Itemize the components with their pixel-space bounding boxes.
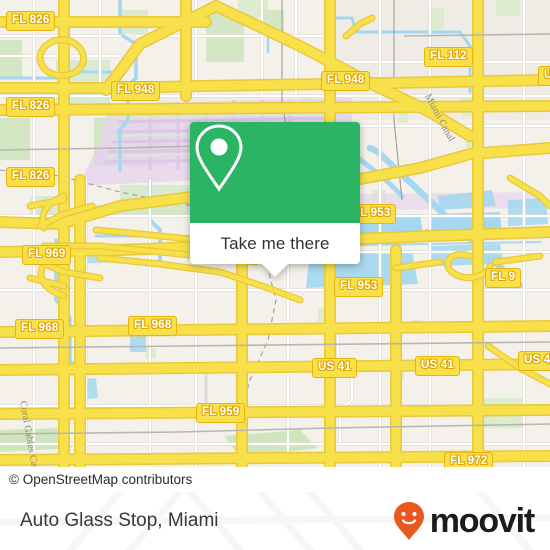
map-attribution-bar: © OpenStreetMap contributors [0,467,550,492]
road-shield: FL 826 [6,167,56,187]
road-shield: US 41 [312,358,357,378]
map-pin-icon [195,124,243,192]
location-popup-card[interactable]: Take me there [190,122,360,277]
place-title: Auto Glass Stop, Miami [20,510,219,531]
map-canvas[interactable]: .mj{stroke:#f7e04a;stroke-linecap:round;… [0,0,550,492]
page-footer: Auto Glass Stop, Miami moovit [0,492,550,550]
moovit-wordmark: moovit [429,502,535,540]
road-shield: FL 969 [22,245,72,265]
moovit-smiley-pin-icon [393,502,424,540]
road-shield: FL 826 [6,11,56,31]
moovit-brand[interactable]: moovit [392,500,535,542]
osm-attribution-text: © OpenStreetMap contributors [9,472,193,487]
popup-footer[interactable]: Take me there [190,223,360,277]
road-shield: FL 112 [424,47,473,67]
popup-header [190,122,360,223]
take-me-there-label: Take me there [220,233,330,253]
road-shield: FL 826 [6,97,56,117]
road-shield: FL 948 [111,81,161,101]
road-shield: FL 948 [321,71,371,91]
road-shield: U [538,66,550,86]
road-shield: FL 968 [15,319,65,339]
road-shield: US 41 [518,351,550,371]
road-shield: FL 959 [196,403,246,423]
road-shield: US 41 [415,356,460,376]
road-shield: FL 9 [485,268,522,288]
popup-tail-pointer [262,264,288,277]
moovit-map-screenshot: .mj{stroke:#f7e04a;stroke-linecap:round;… [0,0,550,550]
road-shield: FL 968 [128,316,178,336]
road-shield: FL 953 [334,277,384,297]
